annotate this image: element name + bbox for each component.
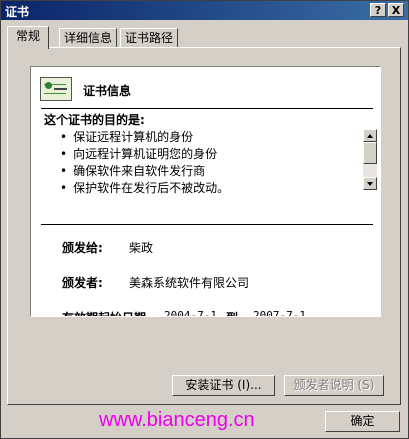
certificate-info-box: 证书信息 这个证书的目的是: 保证远程计算机的身份 向远程计算机证明您的身份 确… xyxy=(30,66,381,317)
to-label: 到 xyxy=(226,309,238,316)
divider xyxy=(41,108,373,109)
tab-cert-path[interactable]: 证书路径 xyxy=(120,28,179,48)
list-item: 确保软件来自软件发行商 xyxy=(60,163,350,180)
certificate-info-title: 证书信息 xyxy=(83,84,132,98)
divider xyxy=(41,224,373,225)
purpose-list: 保证远程计算机的身份 向远程计算机证明您的身份 确保软件来自软件发行商 保护软件… xyxy=(60,129,350,197)
help-button[interactable]: ? xyxy=(370,3,386,17)
scroll-up-button[interactable] xyxy=(363,129,377,142)
install-certificate-button[interactable]: 安装证书 (I)... xyxy=(172,375,275,396)
issued-to-value: 柴政 xyxy=(129,241,154,255)
tab-general[interactable]: 常规 xyxy=(7,26,50,49)
list-item: 保证远程计算机的身份 xyxy=(60,129,350,146)
watermark-text: www.bianceng.cn xyxy=(99,409,255,431)
purpose-scrollbar[interactable] xyxy=(363,129,377,190)
title-bar[interactable]: 证书 ? X xyxy=(1,1,408,20)
certificate-icon xyxy=(40,77,72,101)
ok-button[interactable]: 确定 xyxy=(325,411,400,432)
valid-to: 2007-7-1 xyxy=(253,309,306,317)
purpose-heading: 这个证书的目的是: xyxy=(44,113,145,127)
scroll-thumb[interactable] xyxy=(363,142,377,164)
close-button[interactable]: X xyxy=(388,3,404,17)
list-item: 向远程计算机证明您的身份 xyxy=(60,146,350,163)
certificate-dialog: 证书 ? X 常规 详细信息 证书路径 证书信息 这个证书的目的是: 保证远程计… xyxy=(0,0,409,439)
issuer-statement-button: 颁发者说明 (S) xyxy=(284,375,384,396)
tab-details[interactable]: 详细信息 xyxy=(59,28,118,48)
validity-label: 有效期起始日期 xyxy=(62,309,146,316)
issued-by-value: 美森系统软件有限公司 xyxy=(129,276,250,290)
scroll-down-button[interactable] xyxy=(363,177,377,190)
issued-by-label: 颁发者: xyxy=(62,276,103,290)
general-panel: 证书信息 这个证书的目的是: 保证远程计算机的身份 向远程计算机证明您的身份 确… xyxy=(7,47,401,405)
arrow-up-icon xyxy=(367,134,373,138)
arrow-down-icon xyxy=(367,182,373,186)
valid-from: 2004-7-1 xyxy=(164,309,217,317)
window-title: 证书 xyxy=(5,5,30,19)
issued-to-label: 颁发给: xyxy=(62,241,103,255)
list-item: 保护软件在发行后不被改动。 xyxy=(60,180,350,197)
